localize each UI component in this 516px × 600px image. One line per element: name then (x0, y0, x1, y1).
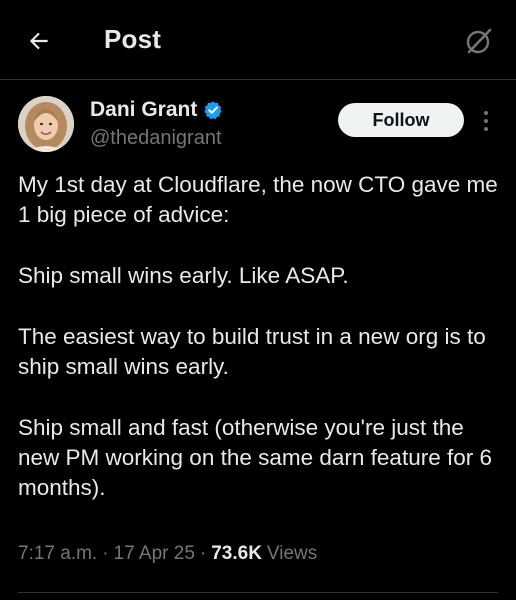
author-display-name[interactable]: Dani Grant (90, 98, 197, 122)
profile-photo-avatar (18, 96, 74, 152)
views-label: Views (266, 543, 318, 564)
grok-slash-circle-icon (466, 28, 492, 54)
tweet-paragraph: Ship small wins early. Like ASAP. (18, 263, 349, 288)
more-options-button[interactable] (478, 106, 494, 136)
author-handle[interactable]: @thedanigrant (90, 127, 222, 150)
tweet-time[interactable]: 7:17 a.m. (18, 543, 97, 565)
follow-button[interactable]: Follow (338, 103, 464, 137)
top-bar: Post (0, 0, 516, 80)
tweet-text: My 1st day at Cloudflare, the now CTO ga… (18, 170, 498, 503)
meta-separator: · (199, 543, 207, 564)
grok-button[interactable] (462, 24, 496, 58)
meta-separator: · (102, 543, 109, 564)
tweet-paragraph: My 1st day at Cloudflare, the now CTO ga… (18, 172, 498, 227)
verified-badge-icon (203, 100, 223, 120)
arrow-left-icon (29, 32, 48, 50)
page-title: Post (104, 24, 162, 54)
tweet-date[interactable]: 17 Apr 25 (114, 543, 195, 565)
back-button[interactable] (24, 26, 54, 56)
tweet-paragraph: Ship small and fast (otherwise you're ju… (18, 415, 492, 500)
more-vertical-icon (484, 111, 488, 115)
avatar[interactable] (18, 96, 74, 152)
author-name-row: Dani Grant (90, 98, 223, 122)
divider (18, 592, 498, 593)
tweet-metadata: 7:17 a.m. · 17 Apr 25 · 73.6K Views (18, 543, 317, 565)
tweet-paragraph: The easiest way to build trust in a new … (18, 324, 486, 379)
views-count[interactable]: 73.6K (211, 543, 262, 565)
